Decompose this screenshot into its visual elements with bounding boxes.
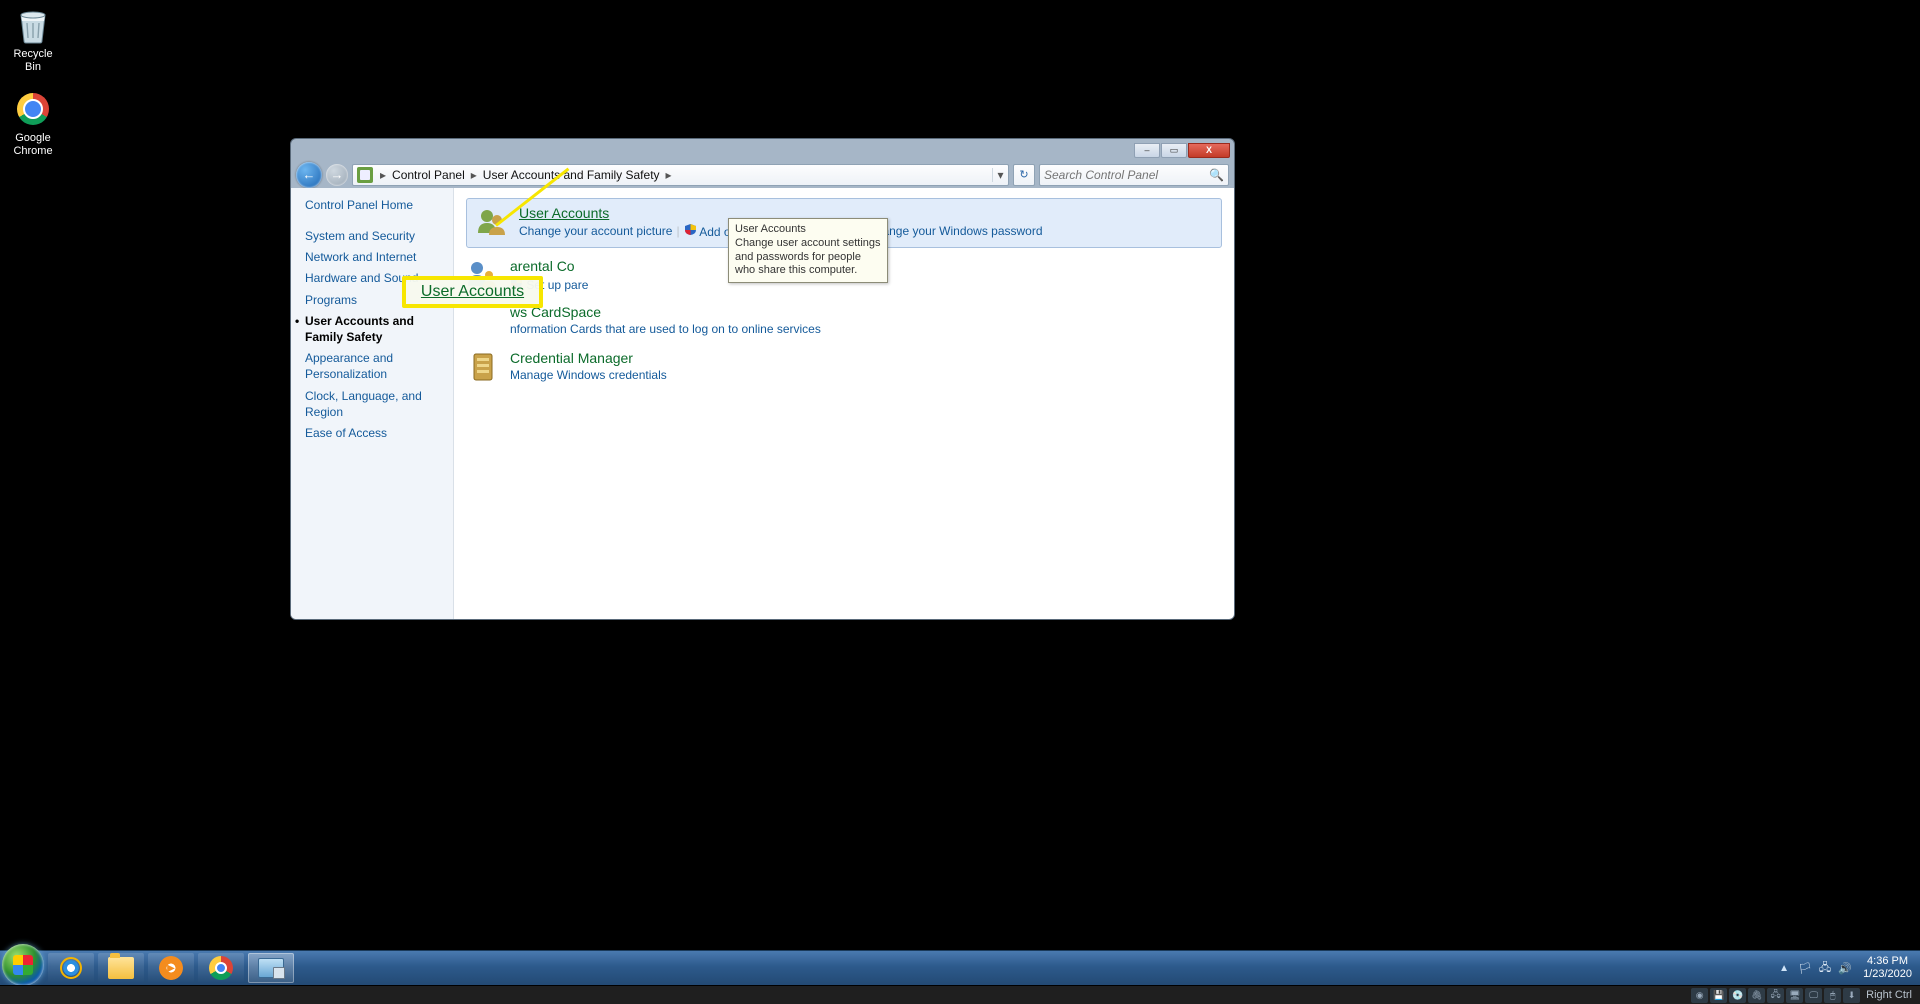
show-hidden-icons-button[interactable]: ▲	[1773, 963, 1795, 974]
close-button[interactable]: X	[1188, 143, 1230, 158]
nav-row: ← → ▸ Control Panel ▸ User Accounts and …	[291, 161, 1234, 188]
chrome-icon	[12, 88, 54, 130]
vm-indicator-icon[interactable]: 💿	[1729, 988, 1746, 1003]
sidebar-link-appearance[interactable]: Appearance and Personalization	[305, 350, 453, 382]
breadcrumb-arrow-icon[interactable]: ▸	[468, 168, 480, 182]
category-credential-manager: Credential Manager Manage Windows creden…	[466, 350, 1222, 384]
maximize-button[interactable]: ▭	[1161, 143, 1187, 158]
desktop-icon-google-chrome[interactable]: Google Chrome	[4, 88, 62, 157]
tooltip-user-accounts: User Accounts Change user account settin…	[728, 218, 888, 283]
breadcrumb-arrow-icon[interactable]: ▸	[663, 168, 675, 182]
volume-icon[interactable]: 🔊	[1837, 960, 1853, 976]
system-tray: ▲ 🏳 🖧 🔊 4:36 PM 1/23/2020	[1773, 951, 1920, 985]
address-dropdown-button[interactable]: ▾	[992, 168, 1008, 182]
callout-user-accounts: User Accounts	[402, 276, 543, 308]
control-panel-icon	[258, 958, 284, 978]
search-icon[interactable]: 🔍	[1209, 168, 1224, 182]
clock[interactable]: 4:36 PM 1/23/2020	[1855, 955, 1920, 980]
folder-icon	[108, 957, 134, 979]
control-panel-window: – ▭ X ← → ▸ Control Panel ▸ User Account…	[290, 138, 1235, 620]
breadcrumb-user-accounts[interactable]: User Accounts and Family Safety	[480, 168, 663, 182]
taskbar-ie[interactable]	[48, 953, 94, 983]
category-windows-cardspace: ws CardSpace nformation Cards that are u…	[466, 304, 1222, 338]
vm-indicator-icon[interactable]: 🖧	[1767, 988, 1784, 1003]
taskbar-control-panel[interactable]	[248, 953, 294, 983]
recycle-bin-icon	[12, 4, 54, 46]
user-accounts-icon	[475, 205, 509, 239]
vm-indicator-icon[interactable]: 💾	[1710, 988, 1727, 1003]
taskbar-media-player[interactable]	[148, 953, 194, 983]
nav-forward-button[interactable]: →	[326, 164, 348, 186]
sidebar-link-ease-of-access[interactable]: Ease of Access	[305, 425, 453, 441]
breadcrumb-control-panel[interactable]: Control Panel	[389, 168, 468, 182]
tooltip-body: Change user account settings and passwor…	[735, 237, 881, 278]
sidebar-link-user-accounts[interactable]: User Accounts and Family Safety	[305, 313, 453, 345]
nav-back-button[interactable]: ←	[296, 162, 322, 188]
taskbar-file-explorer[interactable]	[98, 953, 144, 983]
credential-manager-heading-link[interactable]: Credential Manager	[510, 350, 1222, 366]
cardspace-sublink[interactable]: nformation Cards that are used to log on…	[510, 322, 821, 336]
vm-indicator-icon[interactable]: 🖵	[1805, 988, 1822, 1003]
network-icon[interactable]: 🖧	[1817, 960, 1833, 976]
vm-host-key-label: Right Ctrl	[1862, 989, 1916, 1001]
action-center-icon[interactable]: 🏳	[1797, 960, 1813, 976]
address-bar[interactable]: ▸ Control Panel ▸ User Accounts and Fami…	[352, 164, 1009, 186]
refresh-button[interactable]: ↻	[1013, 164, 1035, 186]
vm-indicator-icon[interactable]: ⬇	[1843, 988, 1860, 1003]
vm-indicator-icon[interactable]: ◉	[1691, 988, 1708, 1003]
sidebar-link-system-security[interactable]: System and Security	[305, 228, 453, 244]
taskbar: ▲ 🏳 🖧 🔊 4:36 PM 1/23/2020	[0, 950, 1920, 985]
credential-manager-icon	[466, 350, 500, 384]
desktop-icon-recycle-bin[interactable]: Recycle Bin	[4, 4, 62, 73]
ie-icon	[60, 957, 82, 979]
clock-time: 4:36 PM	[1863, 955, 1912, 968]
desktop-label: Google Chrome	[4, 132, 62, 157]
taskbar-chrome[interactable]	[198, 953, 244, 983]
address-bar-icon	[357, 167, 373, 183]
vm-indicator-icon[interactable]: 🖇	[1748, 988, 1765, 1003]
change-account-picture-link[interactable]: Change your account picture	[519, 224, 672, 238]
media-player-icon	[159, 956, 183, 980]
start-button[interactable]	[2, 944, 44, 986]
shield-icon	[684, 223, 697, 236]
sidebar-link-clock-lang-region[interactable]: Clock, Language, and Region	[305, 388, 453, 420]
sidebar-link-network-internet[interactable]: Network and Internet	[305, 249, 453, 265]
main-pane: User Accounts Change your account pictur…	[454, 188, 1234, 619]
cardspace-heading-link[interactable]: ws CardSpace	[510, 304, 1222, 320]
search-input[interactable]	[1044, 168, 1209, 182]
clock-date: 1/23/2020	[1863, 968, 1912, 981]
titlebar[interactable]: – ▭ X	[291, 139, 1234, 161]
search-box[interactable]: 🔍	[1039, 164, 1229, 186]
vm-status-bar: ◉ 💾 💿 🖇 🖧 🖥 🖵 🖱 ⬇ Right Ctrl	[0, 985, 1920, 1004]
control-panel-home-link[interactable]: Control Panel Home	[305, 198, 453, 212]
vm-indicator-icon[interactable]: 🖱	[1824, 988, 1841, 1003]
callout-label: User Accounts	[421, 283, 524, 301]
side-nav: Control Panel Home System and Security N…	[291, 188, 454, 619]
change-windows-password-link[interactable]: Change your Windows password	[867, 224, 1042, 238]
tooltip-title: User Accounts	[735, 223, 881, 237]
vm-indicator-icon[interactable]: 🖥	[1786, 988, 1803, 1003]
breadcrumb-arrow-icon[interactable]: ▸	[377, 168, 389, 182]
desktop-label: Recycle Bin	[4, 48, 62, 73]
chrome-icon	[209, 956, 233, 980]
manage-credentials-link[interactable]: Manage Windows credentials	[510, 368, 667, 382]
minimize-button[interactable]: –	[1134, 143, 1160, 158]
